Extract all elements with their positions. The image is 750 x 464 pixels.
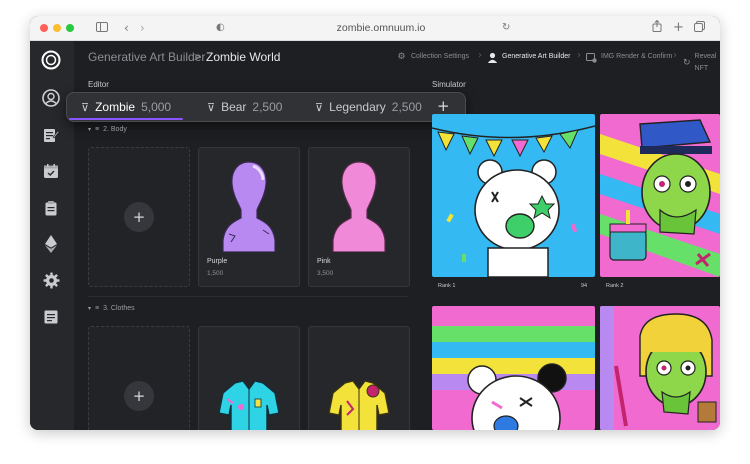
tab-name: Zombie bbox=[95, 100, 136, 114]
chevron-down-icon: ▾ bbox=[88, 305, 92, 312]
profile-icon[interactable] bbox=[40, 87, 62, 109]
yellow-shirt-image bbox=[328, 380, 390, 430]
nft-zombie-police-image bbox=[600, 114, 720, 277]
add-item-button[interactable]: + bbox=[124, 381, 154, 411]
zoom-window-button[interactable] bbox=[66, 24, 74, 32]
image-gear-icon bbox=[586, 52, 597, 63]
tab-count: 2,500 bbox=[252, 100, 283, 114]
step-label: Reveal NFT bbox=[694, 53, 717, 72]
trait-card-yellow-shirt[interactable] bbox=[308, 326, 410, 430]
nft-bear-party-image bbox=[432, 114, 595, 277]
chevron-down-icon: ▾ bbox=[88, 126, 92, 133]
tab-zombie[interactable]: ⊽ Zombie 5,000 bbox=[81, 100, 171, 114]
sidebar-toggle-icon[interactable] bbox=[96, 20, 108, 36]
section-title: 2. Body bbox=[103, 126, 127, 133]
document-list-icon[interactable] bbox=[40, 306, 62, 328]
breadcrumb-parent[interactable]: Generative Art Builder bbox=[88, 50, 205, 64]
gear-icon: ⚙ bbox=[397, 52, 406, 62]
step-img-render-confirm[interactable]: IMG Render & Confirm bbox=[586, 51, 672, 63]
page-header: Generative Art Builder > Zombie World ⚙ … bbox=[74, 41, 720, 73]
address-bar[interactable]: zombie.omnuum.io bbox=[246, 20, 516, 36]
step-label: Collection Settings bbox=[411, 53, 469, 60]
back-icon[interactable]: ‹ bbox=[124, 20, 129, 36]
calendar-icon[interactable] bbox=[40, 160, 62, 182]
simulator-card-4[interactable] bbox=[600, 306, 720, 430]
step-label: Generative Art Builder bbox=[502, 53, 571, 60]
simulator-card-1[interactable] bbox=[432, 114, 595, 277]
ethereum-icon[interactable] bbox=[40, 233, 62, 255]
step-label: IMG Render & Confirm bbox=[601, 53, 673, 60]
simulator-label: Simulator bbox=[432, 80, 466, 89]
simulator-card-3[interactable] bbox=[432, 306, 595, 430]
breadcrumb-current: Zombie World bbox=[206, 50, 281, 64]
drag-handle-icon[interactable]: ≡ bbox=[95, 126, 99, 133]
add-tab-button[interactable]: + bbox=[437, 98, 450, 114]
simulator-card-2[interactable] bbox=[600, 114, 720, 277]
tab-name: Legendary bbox=[329, 100, 386, 114]
filter-icon: ⊽ bbox=[81, 100, 90, 114]
rank-label: Rank 1 bbox=[438, 283, 456, 289]
pink-body-image bbox=[332, 161, 386, 252]
step-arrow-icon: › bbox=[478, 50, 482, 61]
refresh-icon: ↻ bbox=[683, 58, 691, 68]
settings-gear-icon[interactable] bbox=[40, 269, 62, 291]
breadcrumb-separator: > bbox=[194, 50, 202, 64]
nft-zombie-girl-image bbox=[600, 306, 720, 430]
close-window-button[interactable] bbox=[40, 24, 48, 32]
step-generative-art-builder[interactable]: Generative Art Builder bbox=[487, 51, 570, 63]
drag-handle-icon[interactable]: ≡ bbox=[95, 305, 99, 312]
share-icon[interactable] bbox=[652, 19, 662, 36]
step-arrow-icon: › bbox=[577, 50, 581, 61]
section-header-body[interactable]: ▾ ≡ 2. Body bbox=[88, 126, 127, 133]
section-title: 3. Clothes bbox=[103, 305, 135, 312]
blue-shirt-image bbox=[218, 380, 280, 430]
reload-icon[interactable]: ↻ bbox=[502, 20, 510, 36]
filter-icon: ⊽ bbox=[315, 100, 324, 114]
trait-card-blue-shirt[interactable] bbox=[198, 326, 300, 430]
app-window: ‹ › ◐ zombie.omnuum.io ↻ + Generative Ar… bbox=[30, 16, 720, 430]
add-item-card[interactable]: + bbox=[88, 147, 190, 287]
tab-bear[interactable]: ⊽ Bear 2,500 bbox=[207, 100, 282, 114]
trait-count: 1,500 bbox=[207, 270, 224, 277]
omnuum-logo-icon[interactable] bbox=[40, 49, 62, 71]
tab-name: Bear bbox=[221, 100, 247, 114]
editor-label: Editor bbox=[88, 80, 109, 89]
trait-count: 3,500 bbox=[317, 270, 334, 277]
clipboard-icon[interactable] bbox=[40, 197, 62, 219]
section-header-clothes[interactable]: ▾ ≡ 3. Clothes bbox=[88, 305, 135, 312]
tab-count: 5,000 bbox=[141, 100, 172, 114]
edit-document-icon[interactable] bbox=[40, 124, 62, 146]
step-collection-settings[interactable]: ⚙ Collection Settings bbox=[396, 51, 469, 63]
forward-icon[interactable]: › bbox=[140, 20, 145, 36]
privacy-icon: ◐ bbox=[216, 22, 225, 33]
user-icon bbox=[487, 52, 498, 63]
rank-score: 94 bbox=[581, 283, 588, 289]
browser-toolbar: ‹ › ◐ zombie.omnuum.io ↻ + bbox=[30, 16, 720, 41]
step-arrow-icon: › bbox=[673, 50, 677, 61]
trait-card-pink[interactable]: Pink 3,500 bbox=[308, 147, 410, 287]
add-item-button[interactable]: + bbox=[124, 202, 154, 232]
trait-card-purple[interactable]: Purple 1,500 bbox=[198, 147, 300, 287]
rank-label: Rank 2 bbox=[606, 283, 624, 289]
section-divider bbox=[88, 296, 408, 297]
trait-name: Pink bbox=[317, 258, 331, 265]
new-tab-icon[interactable]: + bbox=[673, 20, 684, 36]
tab-count: 2,500 bbox=[391, 100, 422, 114]
step-reveal-nft[interactable]: ↻ Reveal NFT bbox=[683, 51, 720, 75]
minimize-window-button[interactable] bbox=[53, 24, 61, 32]
tabs-overview-icon[interactable] bbox=[694, 20, 705, 36]
tab-legendary[interactable]: ⊽ Legendary 2,500 bbox=[315, 100, 422, 114]
trait-name: Purple bbox=[207, 258, 228, 265]
filter-icon: ⊽ bbox=[207, 100, 216, 114]
nft-panda-stripes-image bbox=[432, 306, 595, 430]
active-tab-indicator bbox=[69, 118, 183, 120]
purple-body-image bbox=[222, 161, 276, 252]
layer-tab-bar: ⊽ Zombie 5,000 ⊽ Bear 2,500 ⊽ Legendary … bbox=[66, 92, 466, 122]
add-item-card[interactable]: + bbox=[88, 326, 190, 430]
